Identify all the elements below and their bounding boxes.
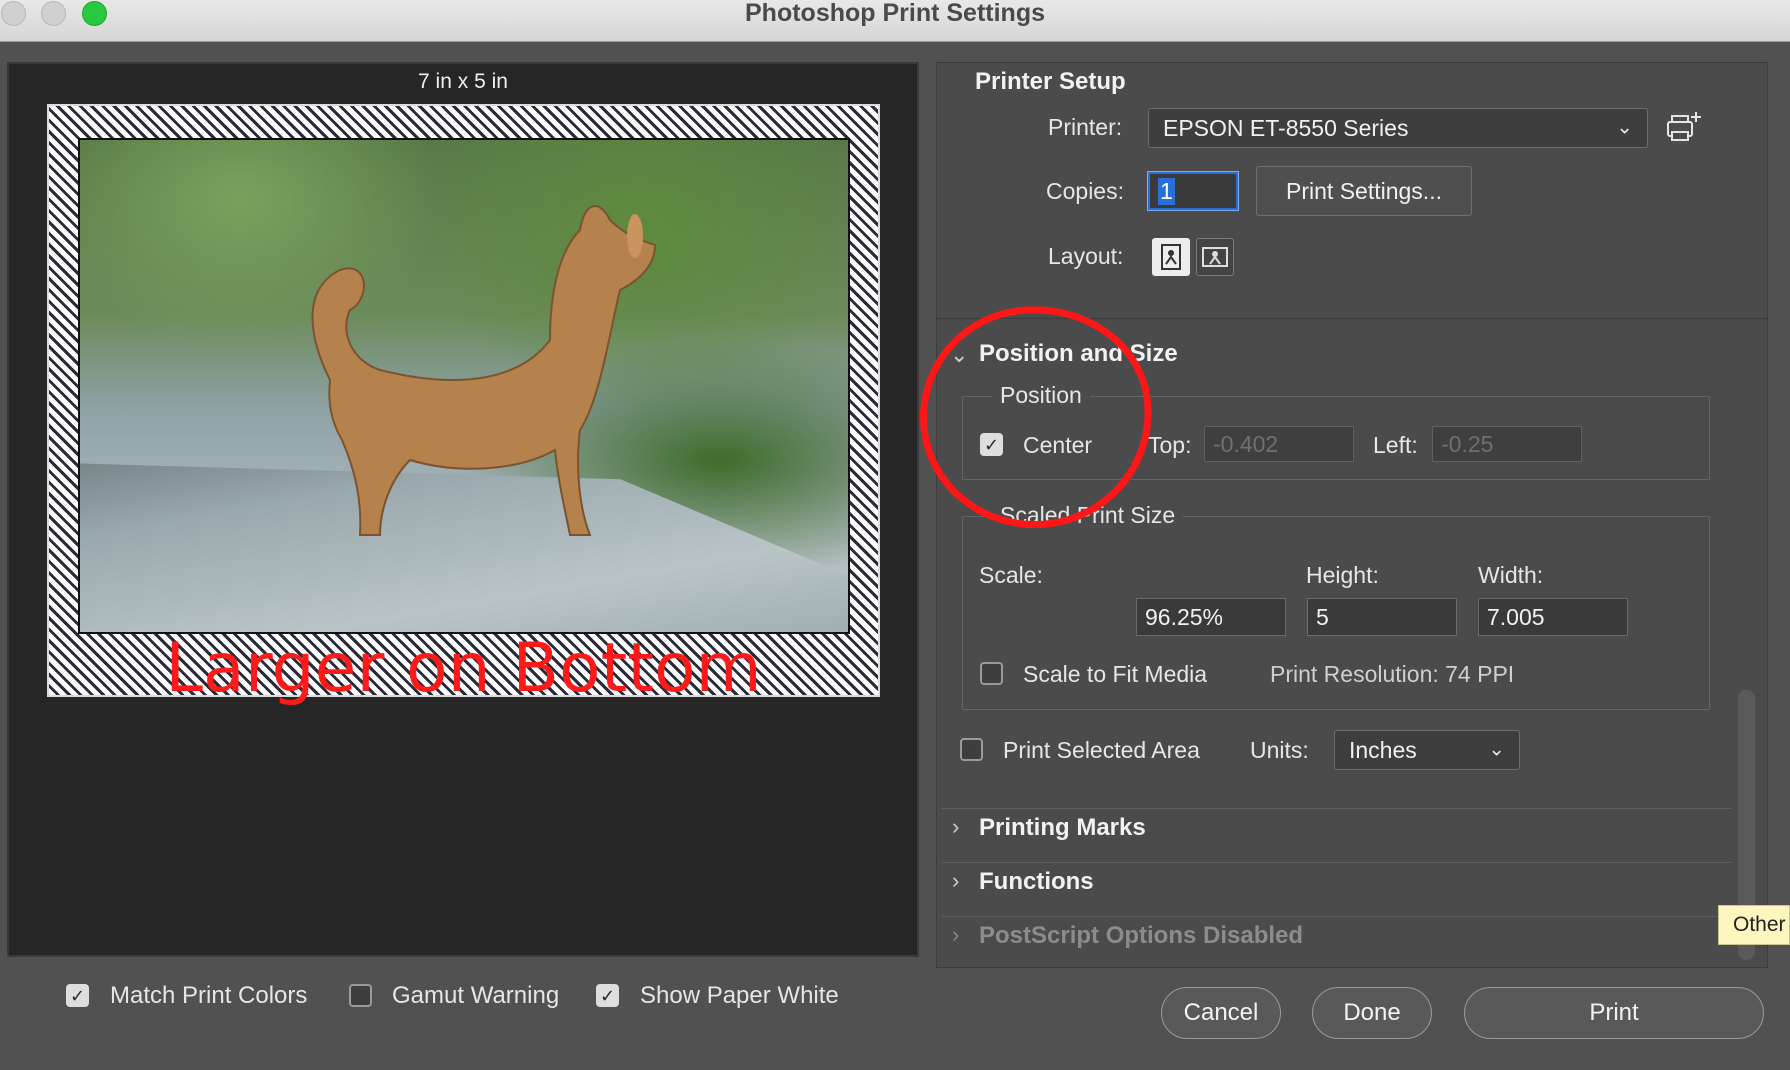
photo-preview[interactable] [78, 138, 850, 634]
scale-input[interactable]: 96.25% [1136, 598, 1286, 636]
chevron-down-icon: ⌄ [1616, 116, 1633, 139]
gamut-warning-label: Gamut Warning [392, 982, 560, 1009]
chevron-down-icon: ⌄ [1488, 738, 1505, 761]
tooltip: Other [1718, 905, 1790, 945]
left-label: Left: [1373, 432, 1418, 458]
window-title: Photoshop Print Settings [745, 0, 1045, 27]
title-bar: Photoshop Print Settings [0, 0, 1790, 42]
show-paper-white-label: Show Paper White [640, 982, 839, 1009]
chevron-right-icon[interactable]: › [952, 868, 959, 894]
scale-to-fit-checkbox[interactable] [980, 662, 1003, 685]
cancel-button[interactable]: Cancel [1161, 987, 1281, 1039]
section-divider [942, 916, 1732, 917]
print-button[interactable]: Print [1464, 987, 1764, 1039]
show-paper-white-checkbox[interactable]: ✓ [596, 984, 619, 1007]
copies-input[interactable]: 1 [1148, 172, 1238, 210]
units-select-value: Inches [1349, 736, 1417, 763]
print-resolution-text: Print Resolution: 74 PPI [1270, 661, 1515, 687]
section-divider [942, 808, 1732, 809]
landscape-layout-icon[interactable] [1196, 238, 1234, 276]
print-selected-area-checkbox[interactable] [960, 738, 983, 761]
match-print-colors-label: Match Print Colors [110, 982, 308, 1009]
width-input[interactable]: 7.005 [1478, 598, 1628, 636]
units-select[interactable]: Inches ⌄ [1334, 730, 1520, 770]
printer-select-value: EPSON ET-8550 Series [1163, 114, 1409, 141]
print-preview: 7 in x 5 in Larger on Bottom [7, 62, 919, 957]
units-label: Units: [1250, 737, 1309, 763]
copies-value: 1 [1158, 177, 1175, 205]
printer-setup-title: Printer Setup [975, 68, 1126, 95]
printer-select[interactable]: EPSON ET-8550 Series ⌄ [1148, 108, 1648, 148]
annotation-caption: Larger on Bottom [165, 629, 762, 708]
printer-label: Printer: [1048, 114, 1123, 140]
paper-preview: Larger on Bottom [47, 104, 880, 704]
chevron-right-icon[interactable]: › [952, 814, 959, 840]
dog-silhouette [311, 205, 657, 536]
portrait-layout-icon[interactable] [1152, 238, 1190, 276]
scale-label: Scale: [979, 562, 1043, 588]
height-label: Height: [1306, 562, 1379, 588]
width-label: Width: [1478, 562, 1544, 588]
done-button[interactable]: Done [1312, 987, 1432, 1039]
print-selected-area-label: Print Selected Area [1003, 737, 1200, 763]
height-input[interactable]: 5 [1307, 598, 1457, 636]
printing-marks-section[interactable]: Printing Marks [979, 814, 1146, 842]
section-divider [942, 862, 1732, 863]
copies-label: Copies: [1046, 178, 1124, 204]
match-print-colors-checkbox[interactable]: ✓ [66, 984, 89, 1007]
chevron-right-icon: › [952, 922, 960, 947]
layout-label: Layout: [1048, 243, 1124, 269]
scale-to-fit-label: Scale to Fit Media [1023, 661, 1208, 687]
top-input[interactable]: -0.402 [1204, 426, 1354, 462]
add-printer-icon[interactable] [1664, 110, 1704, 146]
gamut-warning-checkbox[interactable] [349, 984, 372, 1007]
left-input[interactable]: -0.25 [1432, 426, 1582, 462]
top-label: Top: [1148, 432, 1192, 458]
functions-section[interactable]: Functions [979, 868, 1094, 896]
postscript-section: PostScript Options Disabled [979, 922, 1304, 949]
paper-size-label: 7 in x 5 in [418, 70, 508, 93]
print-settings-button[interactable]: Print Settings... [1256, 166, 1472, 216]
